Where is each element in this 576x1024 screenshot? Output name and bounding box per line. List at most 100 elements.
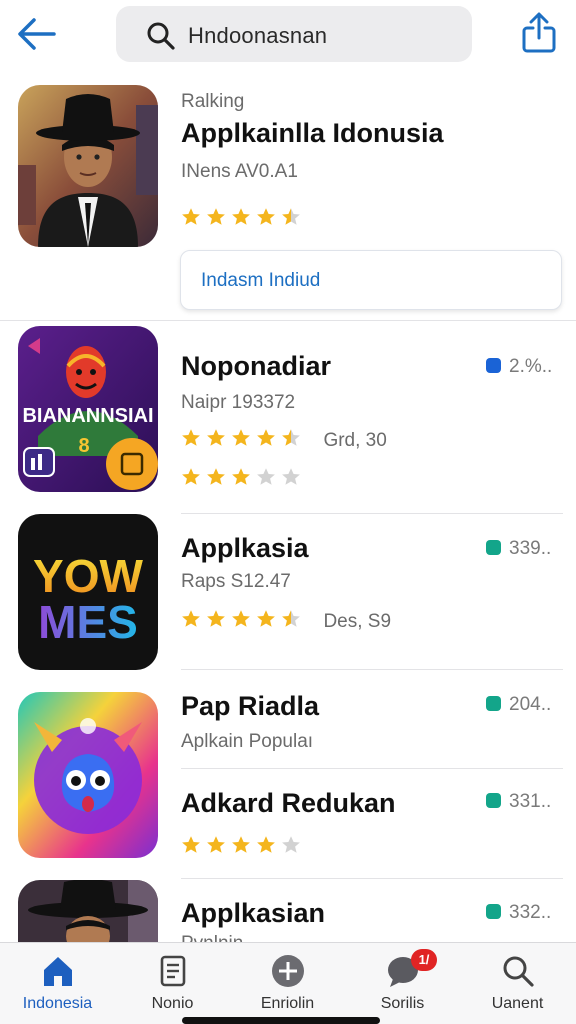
tab-indonesia[interactable]: Indonesia	[0, 943, 115, 1024]
back-arrow-icon[interactable]	[14, 14, 58, 54]
star-icon	[282, 610, 300, 627]
search-query: Hndoonasnan	[188, 23, 328, 48]
bottom-tab-bar: Indonesia Nonio Enriolin 1/ Sorilis Uane…	[0, 942, 576, 1024]
star-icon	[282, 468, 300, 485]
badge-icon	[486, 696, 501, 711]
star-icon	[282, 429, 300, 446]
star-icon	[282, 836, 300, 853]
app-badge-value: 2.%..	[509, 356, 553, 377]
badge-icon	[486, 904, 501, 919]
search-input[interactable]: Hndoonasnan	[116, 6, 472, 62]
badge-icon	[486, 358, 501, 373]
app-icon-text-line2: MES	[38, 596, 138, 648]
app-title[interactable]: Pap Riadla	[181, 691, 319, 722]
app-meta: Raps S12.47	[181, 571, 291, 592]
app-badge: 332..	[486, 902, 551, 924]
star-rating	[181, 834, 307, 861]
tab-label: Nonio	[151, 995, 194, 1012]
star-icon	[182, 610, 200, 627]
tab-label: Indonesia	[22, 995, 93, 1012]
app-title[interactable]: Adkard Redukan	[181, 788, 396, 819]
home-icon	[40, 953, 76, 989]
tab-uanent[interactable]: Uanent	[460, 943, 575, 1024]
badge-icon	[486, 540, 501, 555]
search-icon	[146, 21, 176, 51]
star-icon	[257, 208, 275, 225]
home-indicator	[182, 1017, 380, 1024]
app-meta: Aplkain Populaı	[181, 731, 314, 752]
star-icon	[232, 429, 250, 446]
tab-label: Enriolin	[260, 995, 315, 1012]
app-rating: Des, S9	[181, 608, 391, 632]
divider	[181, 513, 563, 514]
star-icon	[257, 468, 275, 485]
star-icon	[232, 468, 250, 485]
app-icon-noponadiar[interactable]: BIANANNSIAI 8	[18, 326, 158, 492]
share-icon[interactable]	[520, 12, 558, 54]
app-badge-value: 332..	[509, 902, 552, 923]
app-badge: 331..	[486, 791, 551, 813]
star-icon	[232, 836, 250, 853]
featured-action-label: Indasm Indiud	[201, 270, 321, 291]
app-badge: 204..	[486, 694, 551, 716]
star-icon	[207, 836, 225, 853]
star-icon	[257, 610, 275, 627]
app-badge: 2.%..	[486, 356, 552, 378]
tab-label: Sorilis	[380, 995, 425, 1012]
plus-circle-icon	[270, 953, 306, 989]
rating-note: Grd, 30	[323, 429, 387, 451]
star-icon	[182, 429, 200, 446]
star-icon	[207, 429, 225, 446]
app-title[interactable]: Noponadiar	[181, 351, 331, 382]
star-icon	[207, 208, 225, 225]
notification-badge: 1/	[411, 949, 437, 971]
app-title[interactable]: Applkasian	[181, 898, 325, 929]
app-icon-applkasia[interactable]: YOW MES	[18, 514, 158, 670]
app-icon-applkasian[interactable]	[18, 880, 158, 942]
star-icon	[232, 208, 250, 225]
star-icon	[182, 208, 200, 225]
star-icon	[207, 610, 225, 627]
app-badge-value: 204..	[509, 694, 552, 715]
app-badge-value: 339..	[509, 538, 552, 559]
divider	[181, 768, 563, 769]
featured-subtitle: Ralking	[181, 91, 245, 112]
document-icon	[155, 953, 191, 989]
app-badge-value: 331..	[509, 791, 552, 812]
star-icon	[207, 468, 225, 485]
featured-app-image[interactable]	[18, 85, 158, 247]
app-rating-secondary	[181, 466, 307, 488]
featured-title[interactable]: Applkainlla Idonusia	[181, 118, 444, 149]
star-icon	[257, 836, 275, 853]
star-rating	[181, 466, 307, 493]
app-rating	[181, 834, 307, 856]
star-icon	[282, 208, 300, 225]
tab-sorilis[interactable]: 1/ Sorilis	[345, 943, 460, 1024]
star-rating	[181, 427, 307, 454]
featured-rating	[181, 206, 307, 233]
star-icon	[257, 429, 275, 446]
star-icon	[182, 468, 200, 485]
tab-enriolin[interactable]: Enriolin	[230, 943, 345, 1024]
divider	[181, 669, 563, 670]
badge-icon	[486, 793, 501, 808]
app-badge: 339..	[486, 538, 551, 560]
app-rating: Grd, 30	[181, 427, 387, 451]
svg-text:8: 8	[78, 435, 89, 457]
divider	[0, 320, 576, 321]
app-icon-text-line1: YOW	[33, 550, 143, 602]
featured-meta: INens AV0.A1	[181, 161, 298, 182]
app-meta: Naipr 193372	[181, 392, 296, 413]
star-icon	[182, 836, 200, 853]
tab-label: Uanent	[491, 995, 544, 1012]
top-bar: Hndoonasnan	[0, 0, 576, 66]
featured-action-button[interactable]: Indasm Indiud	[180, 250, 562, 310]
search-icon	[500, 953, 536, 989]
tab-nonio[interactable]: Nonio	[115, 943, 230, 1024]
divider	[181, 878, 563, 879]
app-title[interactable]: Applkasia	[181, 533, 309, 564]
app-icon-pap-riadla[interactable]	[18, 692, 158, 858]
app-icon-text: BIANANNSIAI	[22, 405, 153, 427]
star-rating	[181, 206, 307, 233]
star-rating	[181, 608, 307, 635]
